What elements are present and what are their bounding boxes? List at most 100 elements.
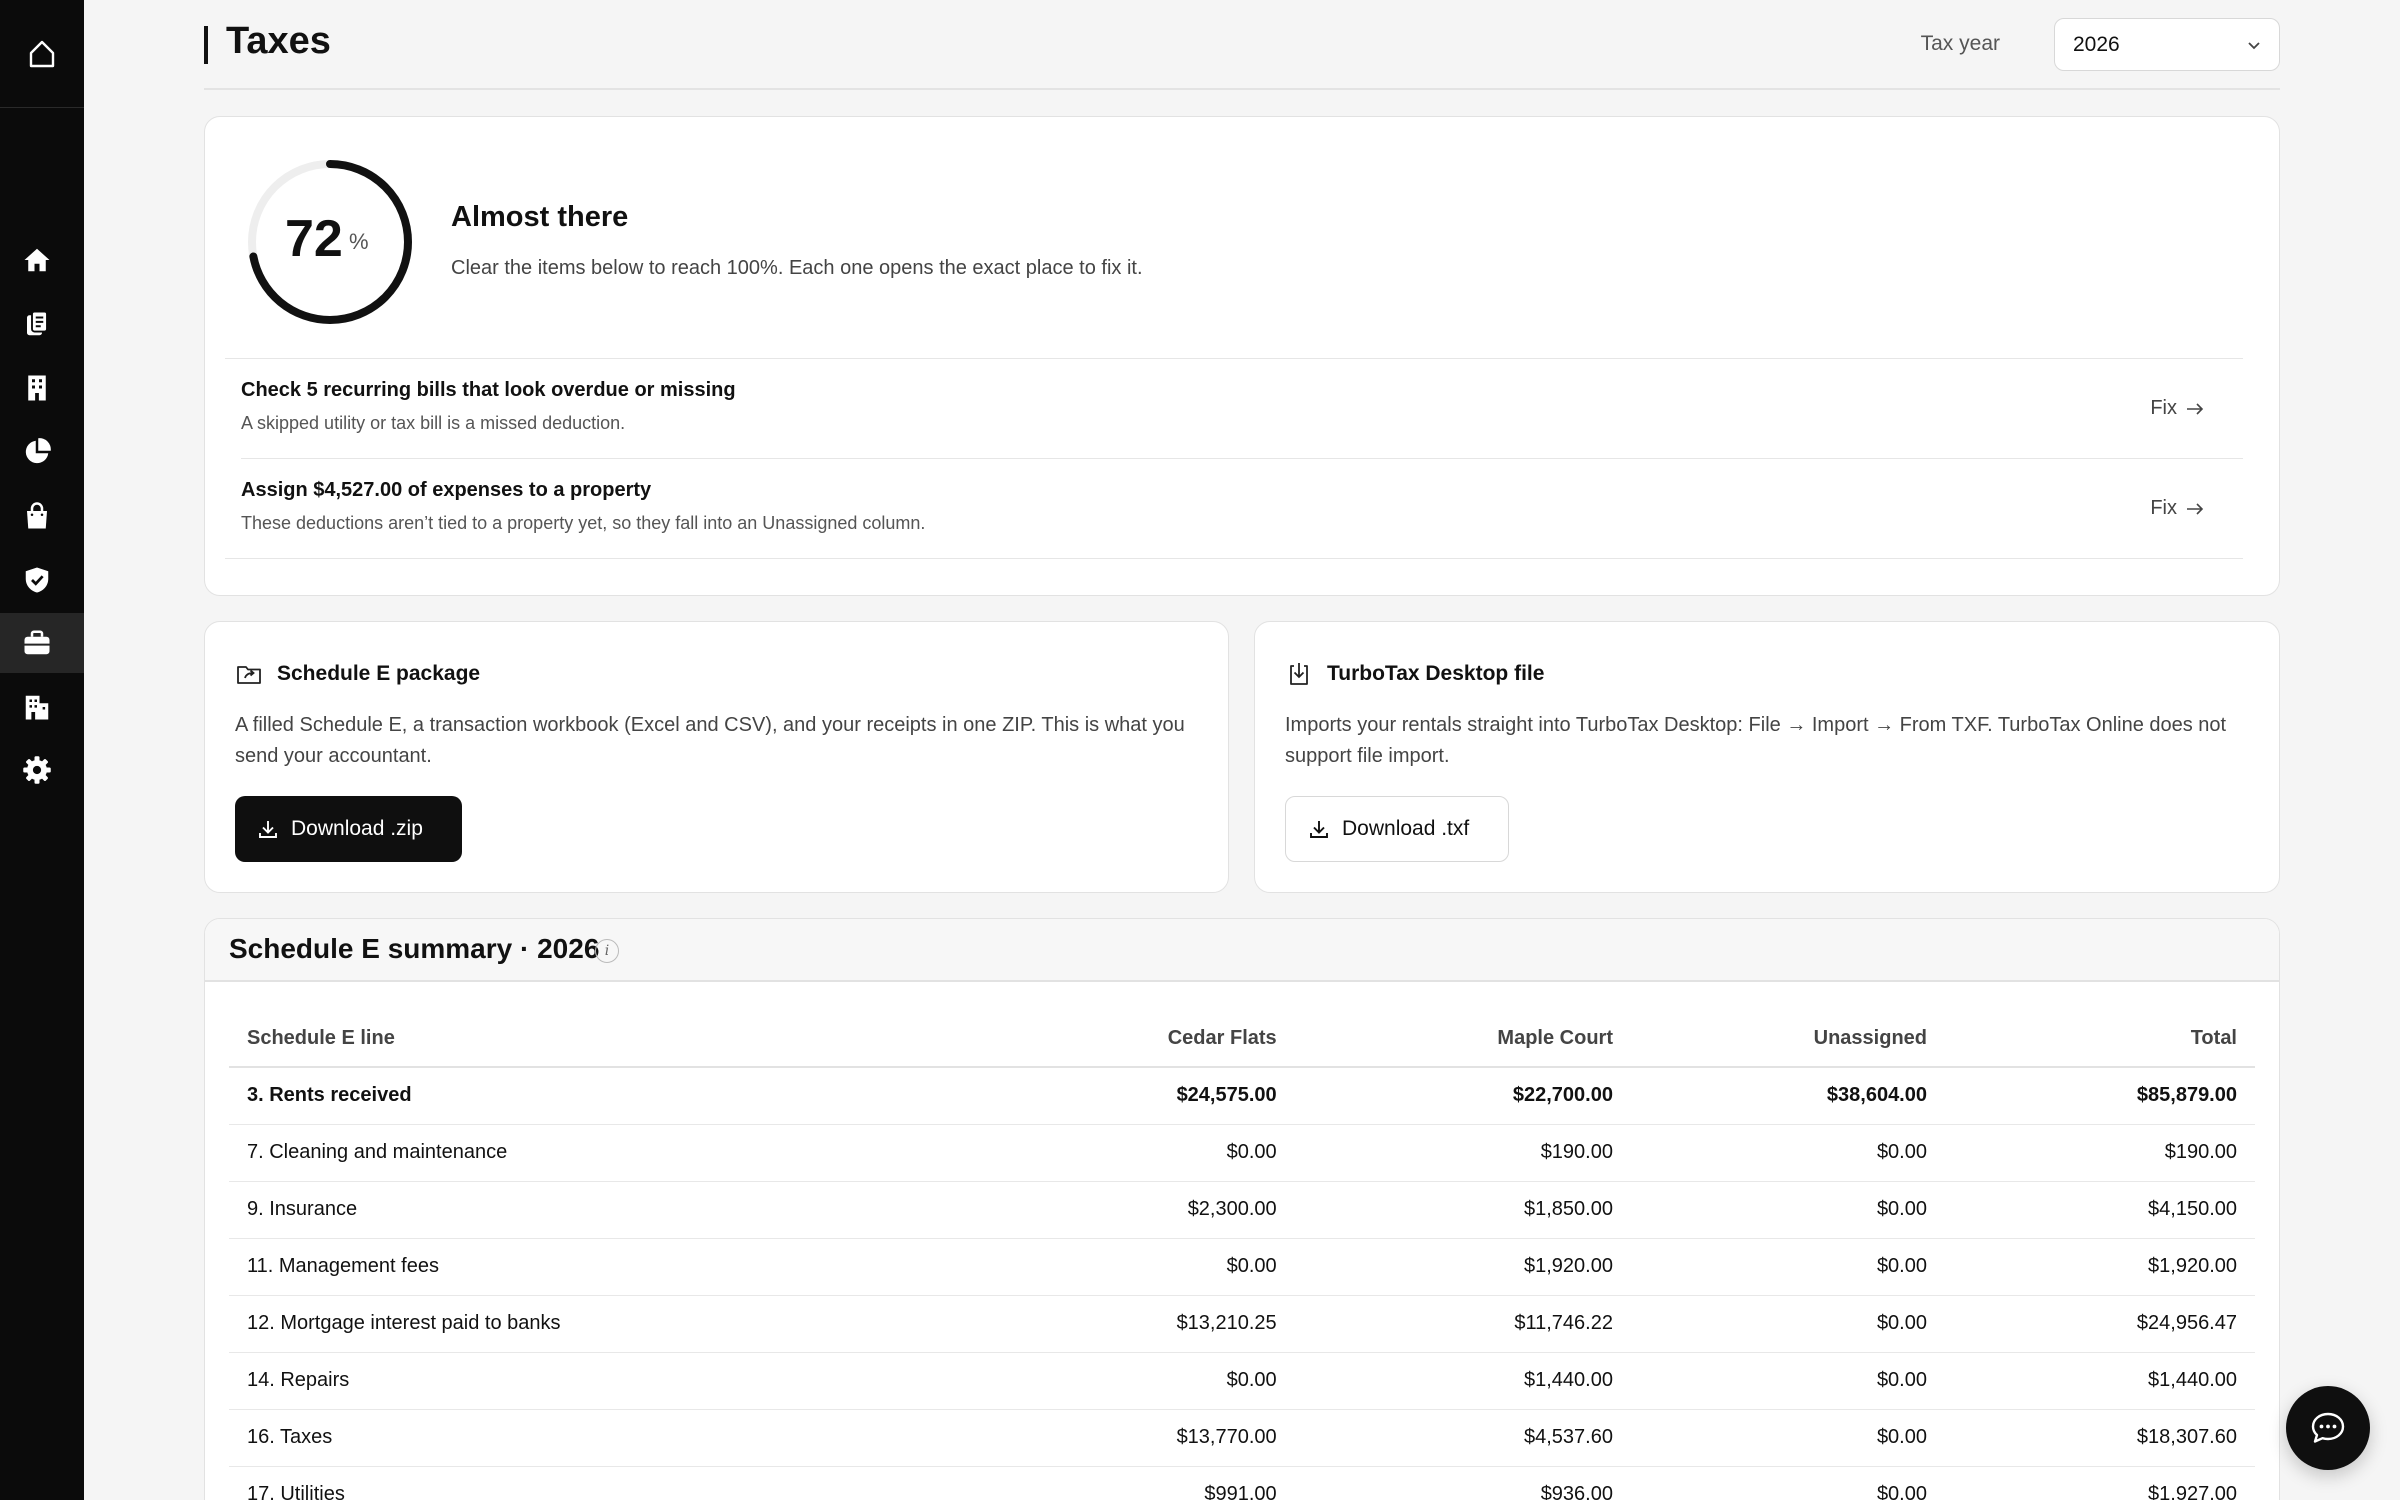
home-icon	[24, 248, 50, 272]
progress-subtitle: Clear the items below to reach 100%. Eac…	[451, 257, 1143, 279]
total-value: $1,927.00	[1945, 1466, 2255, 1500]
fix-label: Fix	[2150, 397, 2177, 419]
sidebar-item-documents[interactable]	[0, 294, 84, 354]
unassigned-value: $0.00	[1630, 1181, 1945, 1239]
button-label: Download .txf	[1342, 817, 1470, 840]
shopping-bag-icon	[27, 502, 47, 529]
tax-year-label: Tax year	[1920, 32, 2000, 55]
tax-year-select[interactable]: 2026	[2054, 18, 2280, 71]
line-label: 14. Repairs	[229, 1352, 959, 1410]
maple-court-value: $190.00	[1294, 1124, 1631, 1182]
todo-title: Assign $4,527.00 of expenses to a proper…	[241, 479, 652, 501]
download-txf-button[interactable]: Download .txf	[1285, 796, 1509, 862]
table-row: 16. Taxes $13,770.00 $4,537.60 $0.00 $18…	[229, 1409, 2255, 1467]
sidebar-item-protection[interactable]	[0, 550, 84, 610]
cedar-flats-value: $0.00	[958, 1238, 1295, 1296]
building-icon	[28, 375, 46, 401]
unassigned-value: $0.00	[1630, 1295, 1945, 1353]
progress-value: 72	[285, 210, 343, 268]
column-header: Schedule E line	[229, 1011, 959, 1068]
download-icon	[259, 821, 277, 838]
fix-link[interactable]: Fix	[2150, 497, 2205, 520]
total-value: $1,440.00	[1945, 1352, 2255, 1410]
maple-court-value: $4,537.60	[1294, 1409, 1631, 1467]
folder-share-icon	[237, 666, 261, 684]
line-label: 7. Cleaning and maintenance	[229, 1124, 959, 1182]
cedar-flats-value: $13,210.25	[958, 1295, 1295, 1353]
arrow-right-icon	[2187, 502, 2204, 515]
fix-link[interactable]: Fix	[2150, 397, 2205, 420]
table-row: 11. Management fees $0.00 $1,920.00 $0.0…	[229, 1238, 2255, 1296]
line-label: 16. Taxes	[229, 1409, 959, 1467]
shield-check-icon	[25, 567, 49, 593]
total-value: $85,879.00	[1945, 1067, 2255, 1125]
card-description: Imports your rentals straight into Turbo…	[1285, 714, 2227, 767]
table-row: 9. Insurance $2,300.00 $1,850.00 $0.00 $…	[229, 1181, 2255, 1239]
download-zip-button[interactable]: Download .zip	[235, 796, 462, 862]
unassigned-value: $0.00	[1630, 1466, 1945, 1500]
maple-court-value: $1,850.00	[1294, 1181, 1631, 1239]
maple-court-value: $936.00	[1294, 1466, 1631, 1500]
line-label: 3. Rents received	[229, 1067, 959, 1125]
column-header: Maple Court	[1294, 1011, 1631, 1068]
card-header: Schedule E package	[235, 660, 480, 688]
card-title: TurboTax Desktop file	[1327, 662, 1545, 685]
cedar-flats-value: $2,300.00	[958, 1181, 1295, 1239]
turbotax-card: TurboTax Desktop file Imports your renta…	[1254, 621, 2280, 893]
progress-heading: Almost there	[451, 201, 629, 233]
sidebar-item-companies[interactable]	[0, 677, 84, 737]
info-icon[interactable]: i	[595, 939, 619, 963]
cedar-flats-value: $24,575.00	[958, 1067, 1295, 1125]
line-label: 12. Mortgage interest paid to banks	[229, 1295, 959, 1353]
maple-court-value: $11,746.22	[1294, 1295, 1631, 1353]
total-value: $18,307.60	[1945, 1409, 2255, 1467]
sidebar-item-taxes[interactable]	[0, 613, 84, 673]
total-value: $1,920.00	[1945, 1238, 2255, 1296]
cedar-flats-value: $0.00	[958, 1352, 1295, 1410]
sidebar-item-reports[interactable]	[0, 422, 84, 482]
summary-title: Schedule E summary · 2026	[229, 933, 600, 964]
arrow-right-icon	[2187, 402, 2204, 415]
sidebar-item-shop[interactable]	[0, 486, 84, 546]
summary-header: Schedule E summary · 2026 i	[205, 919, 2279, 982]
schedule-e-summary-card: Schedule E summary · 2026 i Schedule E l…	[204, 918, 2280, 1500]
sidebar-item-settings[interactable]	[0, 740, 84, 800]
app-logo[interactable]	[0, 0, 84, 108]
card-description: A filled Schedule E, a transaction workb…	[235, 714, 1185, 767]
chat-bubble-icon	[2311, 1412, 2345, 1443]
column-header: Unassigned	[1630, 1011, 1945, 1068]
table-header-row: Schedule E line Cedar Flats Maple Court …	[229, 1011, 2255, 1068]
todo-description: These deductions aren’t tied to a proper…	[241, 513, 926, 533]
line-label: 9. Insurance	[229, 1181, 959, 1239]
todo-item[interactable]: Assign $4,527.00 of expenses to a proper…	[241, 459, 2241, 559]
documents-icon	[27, 310, 48, 336]
maple-court-value: $1,920.00	[1294, 1238, 1631, 1296]
sidebar-item-properties[interactable]	[0, 358, 84, 418]
total-value: $190.00	[1945, 1124, 2255, 1182]
chat-button[interactable]	[2286, 1386, 2370, 1470]
logo-house-icon	[29, 40, 55, 67]
table-row: 3. Rents received $24,575.00 $22,700.00 …	[229, 1067, 2255, 1125]
unassigned-value: $0.00	[1630, 1124, 1945, 1182]
progress-unit: %	[349, 229, 369, 254]
total-value: $24,956.47	[1945, 1295, 2255, 1353]
card-header: TurboTax Desktop file	[1285, 660, 1544, 688]
chevron-down-icon	[2248, 42, 2260, 50]
unassigned-value: $0.00	[1630, 1238, 1945, 1296]
line-label: 11. Management fees	[229, 1238, 959, 1296]
column-header: Cedar Flats	[958, 1011, 1295, 1068]
todo-description: A skipped utility or tax bill is a misse…	[241, 413, 626, 433]
table-row: 7. Cleaning and maintenance $0.00 $190.0…	[229, 1124, 2255, 1182]
sidebar-item-home[interactable]	[0, 230, 84, 290]
buildings-icon	[25, 695, 49, 720]
briefcase-icon	[24, 630, 50, 655]
table-row: 12. Mortgage interest paid to banks $13,…	[229, 1295, 2255, 1353]
divider	[225, 558, 2243, 559]
sidebar	[0, 0, 84, 1500]
unassigned-value: $0.00	[1630, 1409, 1945, 1467]
todo-title: Check 5 recurring bills that look overdu…	[241, 379, 736, 401]
maple-court-value: $1,440.00	[1294, 1352, 1631, 1410]
cedar-flats-value: $13,770.00	[958, 1409, 1295, 1467]
todo-item[interactable]: Check 5 recurring bills that look overdu…	[241, 359, 2241, 459]
download-icon	[1310, 821, 1328, 838]
